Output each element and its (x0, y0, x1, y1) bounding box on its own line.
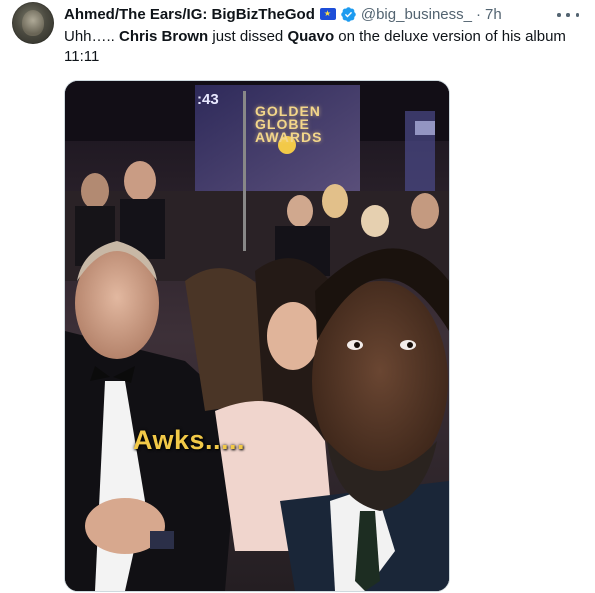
verified-badge-icon (341, 6, 356, 22)
timestamp[interactable]: 7h (485, 6, 502, 23)
screen-title: GOLDEN GLOBE AWARDS (255, 104, 335, 145)
screen-number: :43 (197, 91, 219, 108)
photo-illustration (65, 81, 449, 591)
tweet-text: Uhh….. Chris Brown just dissed Quavo on … (64, 27, 584, 67)
tweet: Ahmed/The Ears/IG: BigBizTheGod @big_bus… (0, 0, 595, 593)
avatar[interactable] (12, 2, 54, 44)
tweet-header: Ahmed/The Ears/IG: BigBizTheGod @big_bus… (64, 4, 583, 24)
display-name[interactable]: Ahmed/The Ears/IG: BigBizTheGod (64, 6, 315, 23)
screen-title-line: AWARDS (255, 129, 323, 145)
photo-caption: Awks..... (133, 425, 246, 455)
separator-dot: · (476, 5, 481, 23)
tweet-text-part: just dissed (208, 28, 288, 45)
tweet-text-part: Uhh….. (64, 28, 120, 45)
more-options-icon[interactable] (557, 12, 579, 18)
mention-chris-brown: Chris Brown (119, 28, 209, 45)
mention-quavo: Quavo (287, 28, 335, 45)
tweet-media-photo[interactable]: :43 GOLDEN GLOBE AWARDS Awks..... (64, 80, 450, 592)
flag-icon (319, 8, 336, 20)
user-handle[interactable]: @big_business_ (361, 6, 472, 23)
avatar-face (22, 10, 44, 36)
